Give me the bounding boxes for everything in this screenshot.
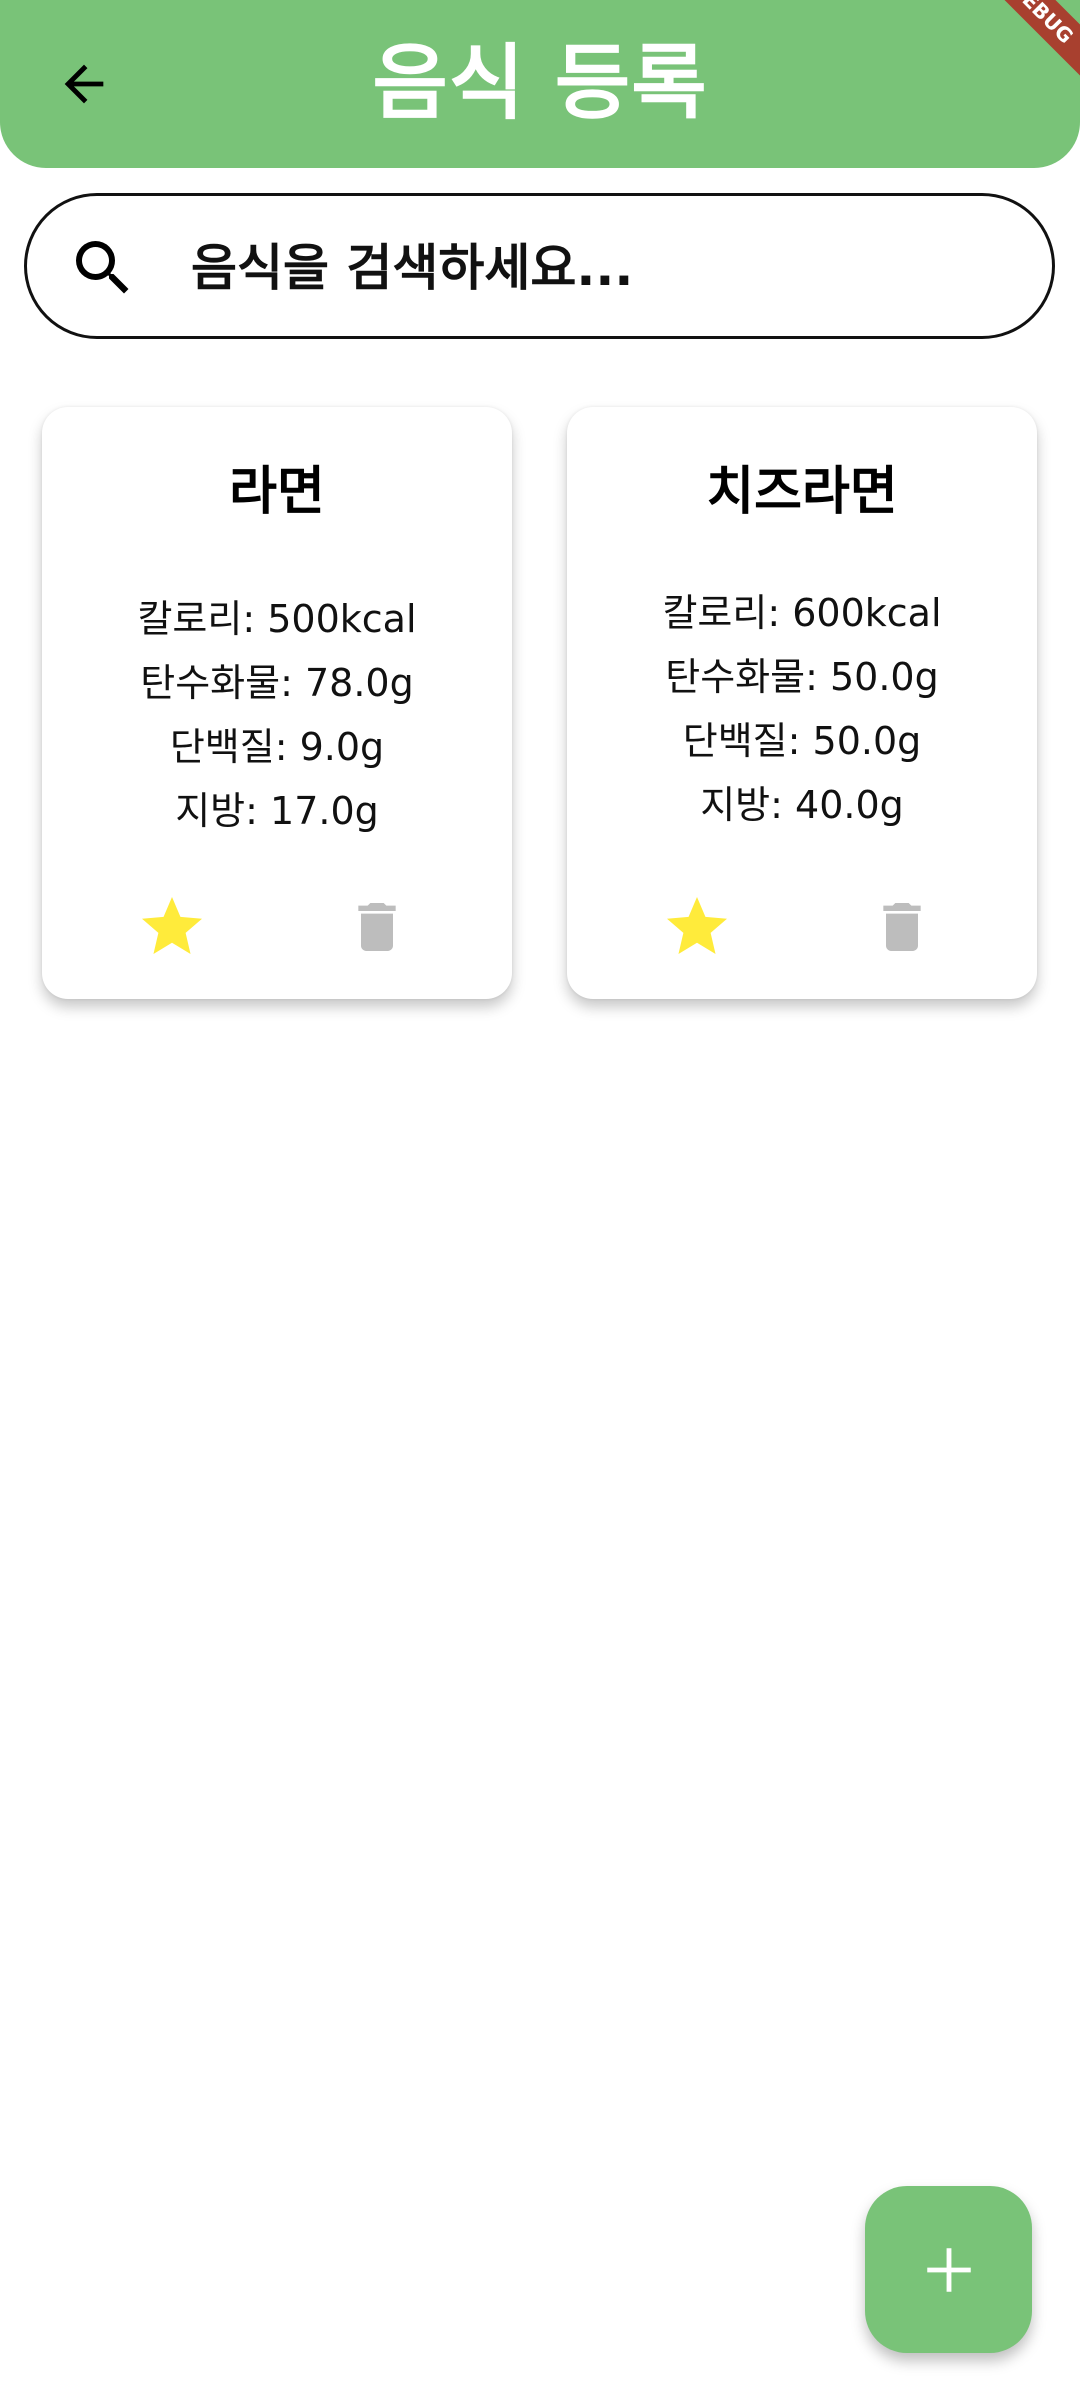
plus-icon [926,2247,971,2292]
food-card[interactable]: 라면 칼로리: 500kcal 탄수화물: 78.0g 단백질: 9.0g 지방… [42,407,512,999]
nutrition-info: 칼로리: 500kcal 탄수화물: 78.0g 단백질: 9.0g 지방: 1… [42,587,512,843]
food-name: 치즈라면 [706,462,898,522]
search-icon [76,241,129,294]
food-name: 라면 [229,462,325,522]
page-title: 음식 등록 [372,36,708,131]
favorite-button[interactable] [657,887,737,967]
search-bar[interactable] [24,193,1055,339]
carbs-text: 탄수화물: 78.0g [140,661,414,705]
star-icon [667,897,727,954]
delete-button[interactable] [862,887,942,967]
food-card[interactable]: 치즈라면 칼로리: 600kcal 탄수화물: 50.0g 단백질: 50.0g… [567,407,1037,999]
calories-text: 칼로리: 600kcal [662,591,942,635]
carbs-text: 탄수화물: 50.0g [665,655,939,699]
star-icon [142,897,202,954]
trash-icon [358,903,396,951]
protein-text: 단백질: 9.0g [169,725,385,769]
add-food-button[interactable] [865,2186,1032,2353]
favorite-button[interactable] [132,887,212,967]
fat-text: 지방: 40.0g [700,783,904,827]
delete-button[interactable] [337,887,417,967]
fat-text: 지방: 17.0g [175,789,379,833]
protein-text: 단백질: 50.0g [682,719,922,763]
nutrition-info: 칼로리: 600kcal 탄수화물: 50.0g 단백질: 50.0g 지방: … [567,581,1037,837]
food-register-screen: 음식 등록 DEBUG 라면 칼로리: 500kcal 탄수화물: 78.0g … [0,0,1080,2403]
search-input[interactable] [191,226,1011,310]
trash-icon [883,903,921,951]
app-bar: 음식 등록 DEBUG [0,0,1080,168]
calories-text: 칼로리: 500kcal [137,597,417,641]
